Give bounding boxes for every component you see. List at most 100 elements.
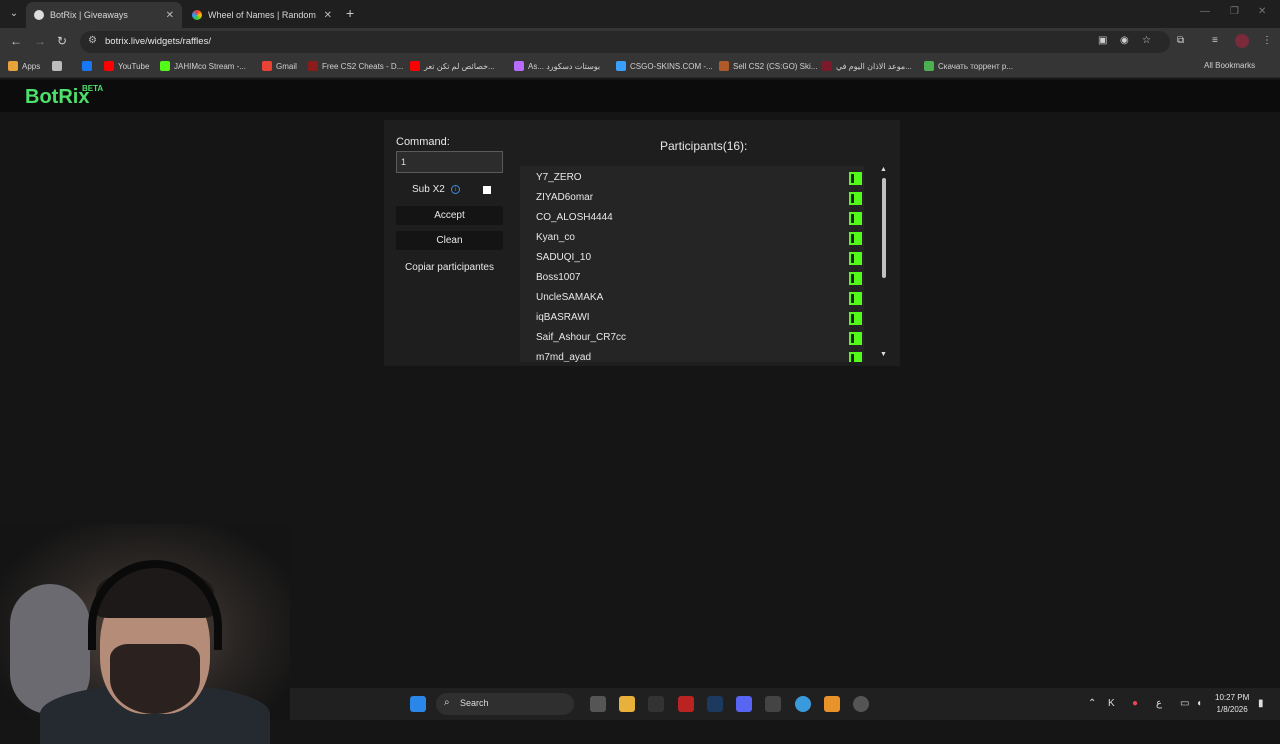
extensions-icon[interactable]: ⧉ xyxy=(1177,35,1184,46)
tab-title: Wheel of Names | Random nam xyxy=(208,10,318,20)
list-item[interactable]: SADUQI_10 xyxy=(520,248,864,268)
bookmark-jahimco[interactable]: JAHIMco Stream -... xyxy=(160,61,246,71)
bookmark-cs2-cheats[interactable]: Free CS2 Cheats - D... xyxy=(308,61,403,71)
accept-button[interactable]: Accept xyxy=(396,206,503,225)
facebook-icon xyxy=(82,61,92,71)
participants-scrollbar[interactable]: ▲ ▼ xyxy=(880,166,888,362)
bookmark-star-icon[interactable]: ☆ xyxy=(1142,35,1151,46)
bookmark-facebook[interactable] xyxy=(82,61,96,71)
browser-tab-strip: ⌄ BotRix | Giveaways ✕ Wheel of Names | … xyxy=(0,0,1280,28)
back-icon[interactable]: ← xyxy=(10,34,22,48)
wheel-favicon-icon xyxy=(192,10,202,20)
maximize-icon[interactable]: ❐ xyxy=(1230,6,1239,17)
network-icon[interactable]: ▭ xyxy=(1180,698,1189,709)
app-icon[interactable] xyxy=(824,696,840,712)
tab-wheel-of-names[interactable]: Wheel of Names | Random nam ✕ xyxy=(184,2,340,28)
bookmark-prayer-times[interactable]: موعد الاذان اليوم في... xyxy=(822,61,912,71)
chevron-up-icon[interactable]: ⌃ xyxy=(1088,698,1096,709)
participants-title: Participants(16): xyxy=(660,139,748,153)
clock[interactable]: 10:27 PM 1/8/2026 xyxy=(1215,692,1249,716)
task-view-icon[interactable] xyxy=(590,696,606,712)
sub-x2-checkbox[interactable] xyxy=(483,186,491,194)
new-tab-button[interactable]: + xyxy=(346,5,354,21)
close-window-icon[interactable]: ✕ xyxy=(1258,6,1266,17)
app-icon[interactable] xyxy=(678,696,694,712)
bookmark-csgo-skins[interactable]: CSGO-SKINS.COM -... xyxy=(616,61,713,71)
kick-icon xyxy=(849,192,862,205)
kick-icon xyxy=(849,252,862,265)
participant-name: UncleSAMAKA xyxy=(536,292,604,303)
participant-name: Kyan_co xyxy=(536,232,575,243)
list-item[interactable]: Saif_Ashour_CR7cc xyxy=(520,328,864,348)
volume-icon[interactable]: ◖ xyxy=(1196,698,1202,709)
search-label: Search xyxy=(460,698,489,708)
logitech-icon[interactable] xyxy=(648,696,664,712)
participant-name: CO_ALOSH4444 xyxy=(536,212,613,223)
clean-button[interactable]: Clean xyxy=(396,231,503,250)
participant-name: Y7_ZERO xyxy=(536,172,582,183)
apps-icon xyxy=(8,61,18,71)
participant-name: Saif_Ashour_CR7cc xyxy=(536,332,627,343)
taskbar: ⌕ Search ⌃ K ● ع ▭ ◖ 10:27 PM 1/8/2026 ▮ xyxy=(290,688,1280,720)
headphones xyxy=(88,560,222,650)
list-item[interactable]: Kyan_co xyxy=(520,228,864,248)
list-item[interactable]: ZIYAD6omar xyxy=(520,188,864,208)
discord-icon[interactable] xyxy=(736,696,752,712)
bookmark-apps[interactable]: Apps xyxy=(8,61,40,71)
menu-icon[interactable]: ⋮ xyxy=(1262,35,1272,46)
translate-icon[interactable]: ▣ xyxy=(1098,35,1107,46)
settings-icon[interactable] xyxy=(853,696,869,712)
media-icon[interactable]: ≡ xyxy=(1212,35,1218,46)
bookmark-grid[interactable] xyxy=(52,61,66,71)
bookmark-torrent[interactable]: Скачать торрент р... xyxy=(924,61,1013,71)
notifications-icon[interactable]: ▮ xyxy=(1258,698,1264,709)
logo[interactable]: BotRix xyxy=(25,86,89,109)
eye-off-icon[interactable]: ◉ xyxy=(1120,35,1129,46)
close-tab-icon[interactable]: ✕ xyxy=(324,10,332,21)
participant-name: Boss1007 xyxy=(536,272,581,283)
bookmark-discord-posts[interactable]: As... بوستات دسكورد xyxy=(514,61,600,71)
bookmark-sell-cs2[interactable]: Sell CS2 (CS:GO) Ski... xyxy=(719,61,817,71)
chrome-icon[interactable] xyxy=(795,696,811,712)
scroll-up-icon[interactable]: ▲ xyxy=(880,166,887,173)
command-input[interactable]: 1 xyxy=(396,151,503,173)
bookmark-arabic-video[interactable]: خصائص لم تكن تعر... xyxy=(410,61,495,71)
close-tab-icon[interactable]: ✕ xyxy=(166,10,174,21)
participants-list[interactable]: Y7_ZERO ZIYAD6omar CO_ALOSH4444 Kyan_co SADU… xyxy=(520,166,864,362)
forward-icon[interactable]: → xyxy=(34,34,46,48)
command-label: Command: xyxy=(396,136,450,148)
kick-tray-icon[interactable]: K xyxy=(1108,698,1115,709)
all-bookmarks[interactable]: All Bookmarks xyxy=(1204,61,1255,70)
file-explorer-icon[interactable] xyxy=(619,696,635,712)
person-beard xyxy=(110,644,200,714)
keyboard-language[interactable]: ع xyxy=(1156,698,1162,709)
steam-icon[interactable] xyxy=(707,696,723,712)
list-item[interactable]: CO_ALOSH4444 xyxy=(520,208,864,228)
bookmark-youtube[interactable]: YouTube xyxy=(104,61,149,71)
avatar[interactable] xyxy=(1235,34,1249,48)
bookmark-gmail[interactable]: Gmail xyxy=(262,61,297,71)
scroll-thumb[interactable] xyxy=(882,178,886,278)
reload-icon[interactable]: ↻ xyxy=(57,34,67,48)
url-text[interactable]: botrix.live/widgets/raffles/ xyxy=(105,36,211,47)
tab-botrix[interactable]: BotRix | Giveaways ✕ xyxy=(26,2,182,28)
scroll-down-icon[interactable]: ▼ xyxy=(880,351,887,358)
app-icon[interactable] xyxy=(765,696,781,712)
site-info-icon[interactable]: ⚙ xyxy=(88,35,97,46)
list-item[interactable]: Boss1007 xyxy=(520,268,864,288)
list-item[interactable]: UncleSAMAKA xyxy=(520,288,864,308)
participant-name: m7md_ayad xyxy=(536,352,592,362)
tab-title: BotRix | Giveaways xyxy=(50,10,128,20)
list-item[interactable]: iqBASRAWI xyxy=(520,308,864,328)
address-bar[interactable]: ⚙ botrix.live/widgets/raffles/ ▣ ◉ ☆ xyxy=(80,31,1170,53)
microphone-icon[interactable]: ● xyxy=(1132,698,1138,709)
kick-icon xyxy=(849,232,862,245)
list-item[interactable]: m7md_ayad xyxy=(520,348,864,362)
taskbar-search[interactable]: ⌕ Search xyxy=(436,693,574,715)
tab-search-icon[interactable]: ⌄ xyxy=(6,6,22,22)
minimize-icon[interactable]: — xyxy=(1200,6,1210,17)
list-item[interactable]: Y7_ZERO xyxy=(520,168,864,188)
windows-start-icon[interactable] xyxy=(410,696,426,712)
copy-participants-button[interactable]: Copiar participantes xyxy=(396,258,503,277)
info-icon[interactable]: i xyxy=(451,185,460,194)
